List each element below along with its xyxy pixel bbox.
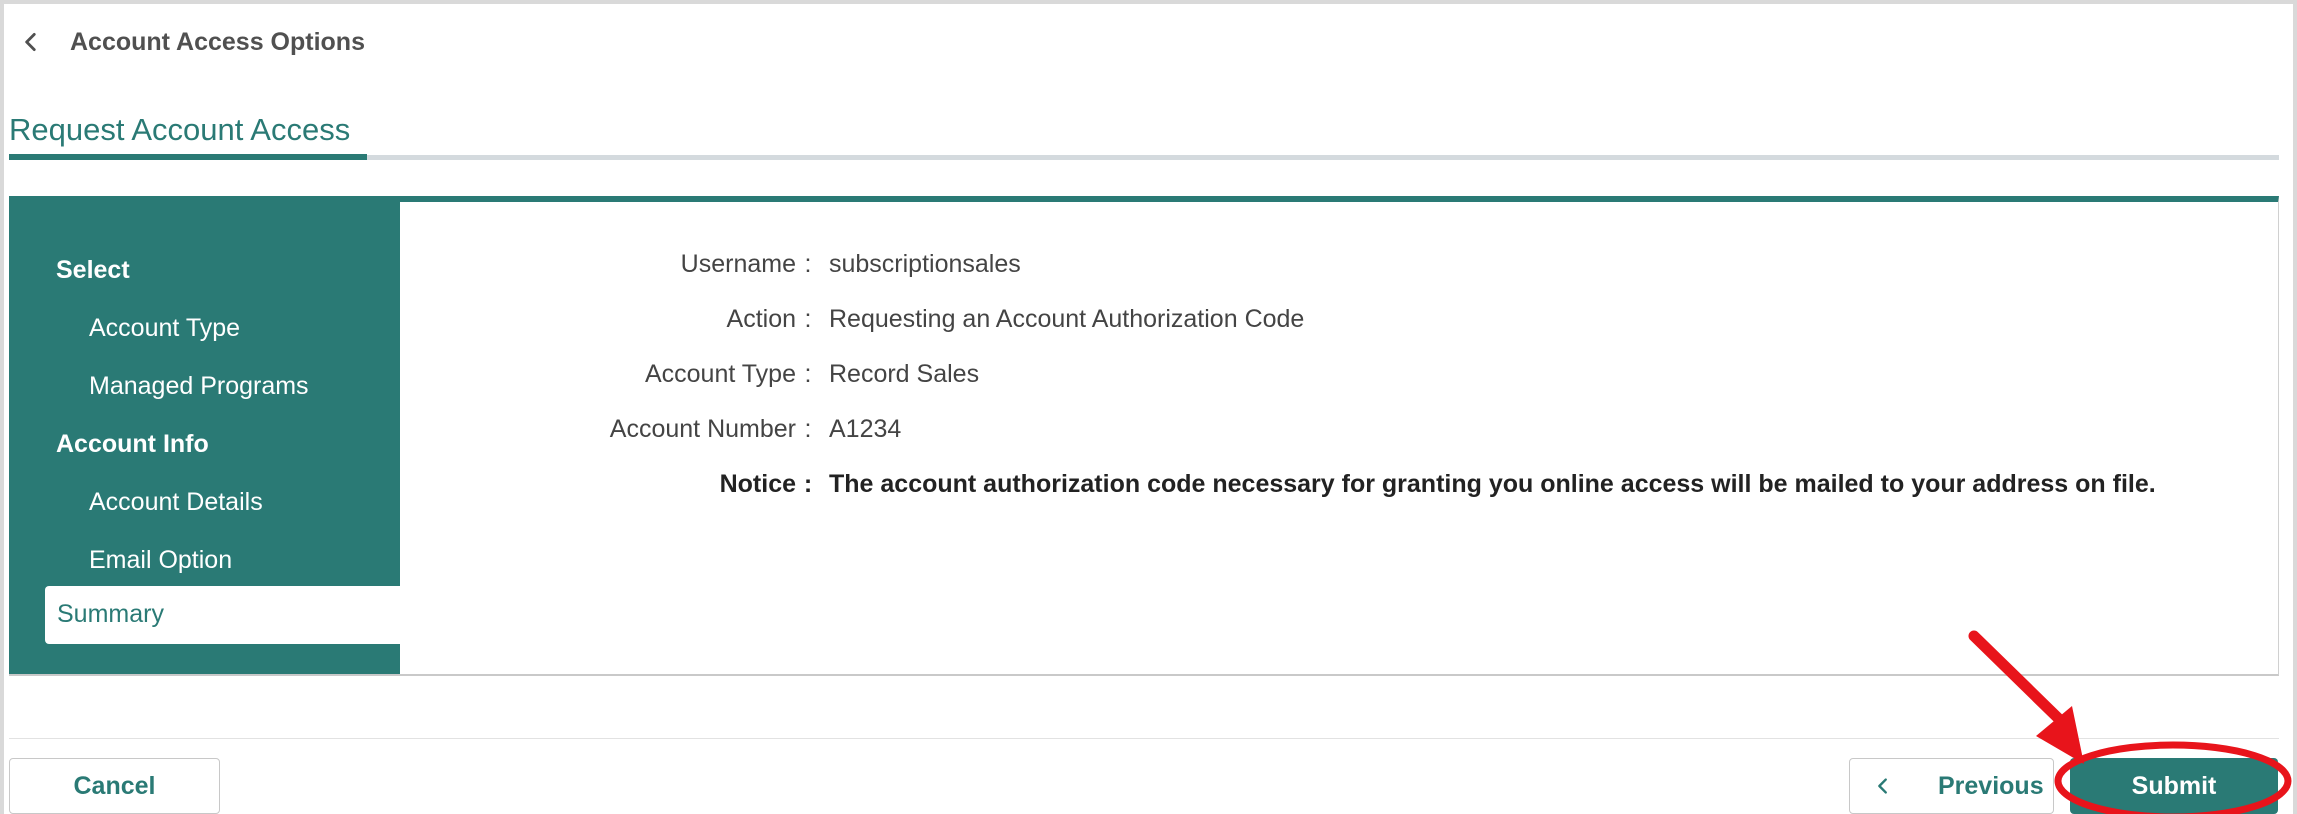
separator: : — [804, 359, 812, 388]
sidebar-item-summary-label: Summary — [57, 600, 164, 628]
separator: : — [804, 249, 812, 278]
summary-row-account-number: Account Number : A1234 — [400, 411, 902, 447]
sidebar-group-account-info: Account Info — [56, 430, 209, 458]
separator: : — [804, 304, 812, 333]
account-number-label: Account Number — [609, 414, 796, 443]
sidebar-item-account-type[interactable]: Account Type — [89, 314, 240, 343]
notice-value: The account authorization code necessary… — [829, 469, 2156, 498]
summary-row-account-type: Account Type : Record Sales — [400, 356, 979, 392]
wizard-sidebar: Select Account Type Managed Programs Acc… — [9, 202, 400, 674]
sidebar-item-summary[interactable]: Summary — [45, 586, 400, 644]
page-title: Request Account Access — [9, 112, 351, 147]
previous-button-label: Previous — [1938, 771, 2044, 800]
sidebar-item-managed-programs[interactable]: Managed Programs — [89, 372, 309, 401]
wizard-panel: Select Account Type Managed Programs Acc… — [9, 196, 2279, 676]
title-underline — [9, 154, 367, 160]
account-number-value: A1234 — [829, 414, 902, 443]
sidebar-group-select: Select — [56, 256, 130, 284]
previous-button[interactable]: Previous — [1849, 758, 2054, 814]
cancel-button[interactable]: Cancel — [9, 758, 220, 814]
page: Account Access Options Request Account A… — [4, 4, 2293, 814]
back-link-label: Account Access Options — [70, 27, 365, 56]
sidebar-item-email-option[interactable]: Email Option — [89, 546, 232, 575]
summary-row-action: Action : Requesting an Account Authoriza… — [400, 301, 1305, 337]
chevron-left-icon — [1878, 778, 1887, 794]
sidebar-item-account-details[interactable]: Account Details — [89, 488, 263, 517]
separator: : — [804, 414, 812, 443]
action-label: Action — [726, 304, 796, 333]
footer-divider — [9, 738, 2279, 739]
chevron-left-icon — [25, 33, 36, 51]
annotation-arrow-head — [2036, 706, 2084, 764]
summary-row-notice: Notice : The account authorization code … — [400, 466, 2156, 502]
action-value: Requesting an Account Authorization Code — [829, 304, 1305, 333]
username-label: Username — [680, 249, 796, 278]
back-link[interactable]: Account Access Options — [18, 22, 365, 62]
account-type-label: Account Type — [644, 359, 796, 388]
summary-content: Username : subscriptionsales Action : Re… — [400, 202, 2278, 674]
username-value: subscriptionsales — [829, 249, 1021, 278]
submit-button[interactable]: Submit — [2070, 758, 2278, 814]
summary-row-username: Username : subscriptionsales — [400, 246, 1021, 282]
account-type-value: Record Sales — [829, 359, 980, 388]
separator: : — [803, 469, 813, 498]
notice-label: Notice — [719, 469, 796, 498]
